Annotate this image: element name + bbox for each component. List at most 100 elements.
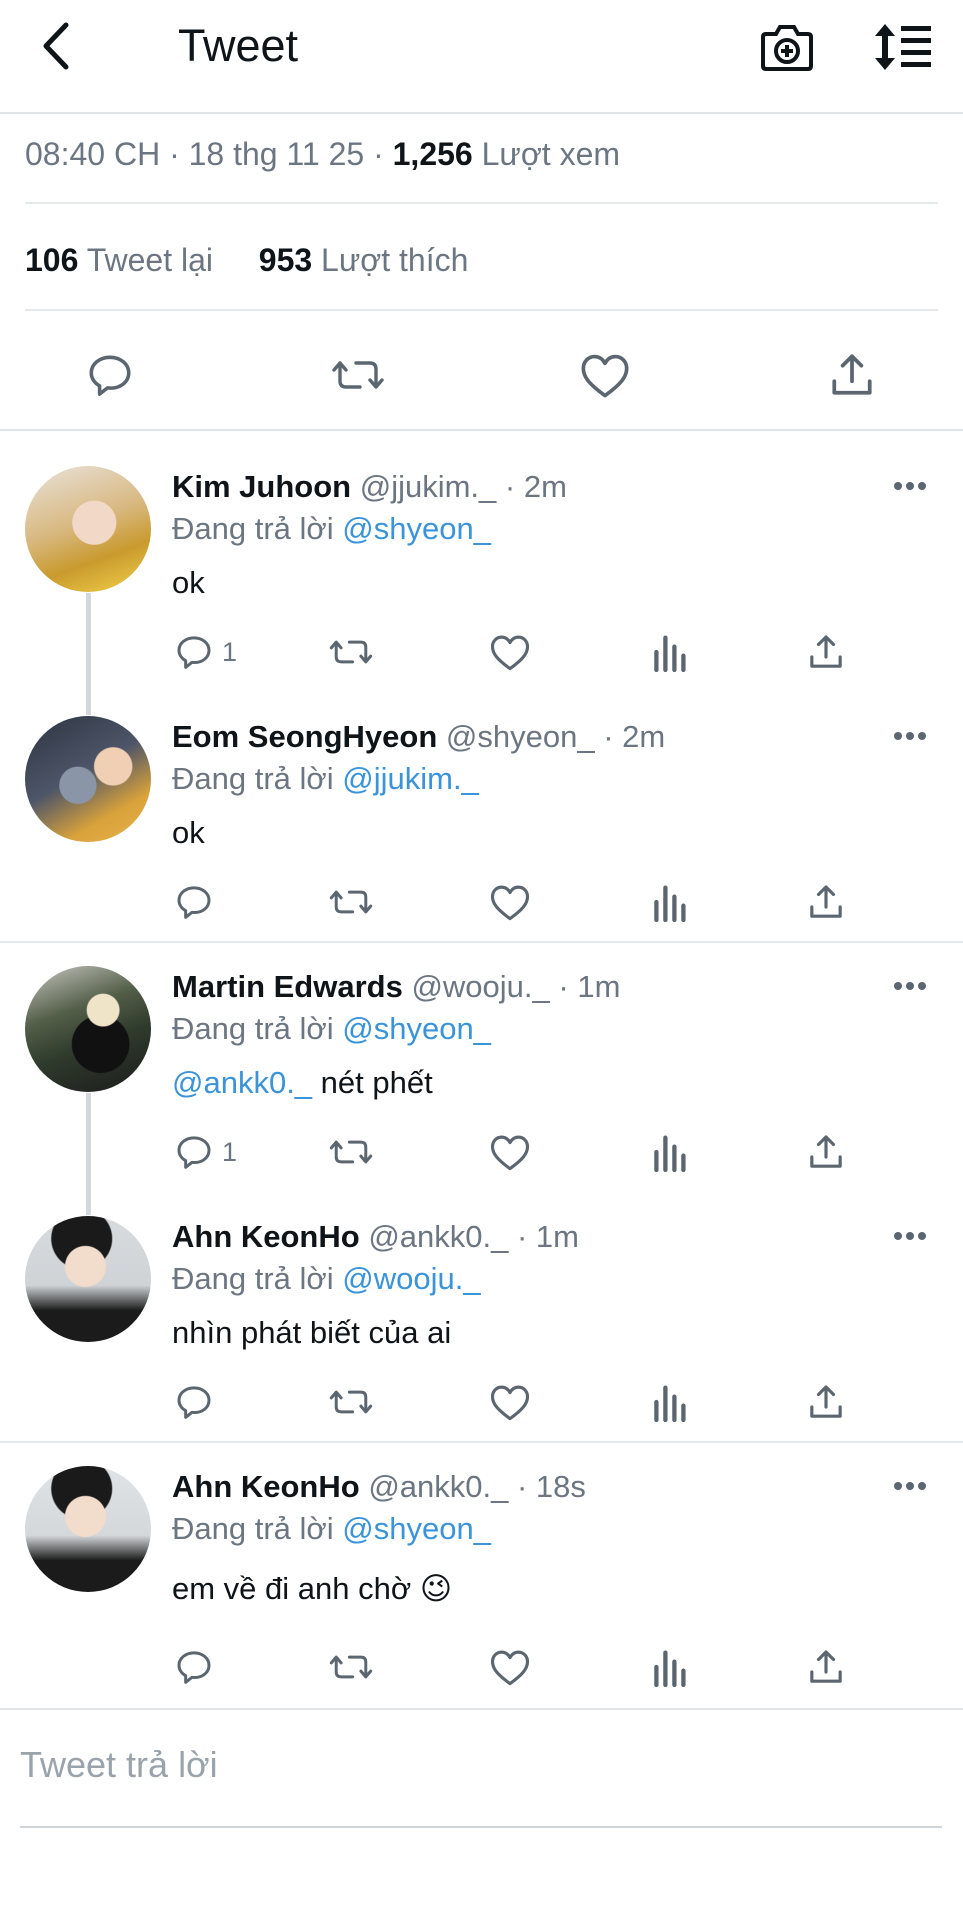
- likes-count[interactable]: 953: [259, 242, 312, 278]
- like-button[interactable]: [489, 627, 531, 677]
- tweet-meta: 08:40 CH · 18 thg 11 25 · 1,256 Lượt xem: [25, 131, 620, 177]
- display-name[interactable]: Ahn KeonHo: [172, 1469, 360, 1504]
- replying-to-label: Đang trả lời: [172, 511, 334, 546]
- avatar[interactable]: [25, 1466, 151, 1592]
- reply-icon: [177, 1386, 211, 1419]
- user-handle[interactable]: @ankk0._: [368, 1469, 508, 1504]
- like-button[interactable]: [489, 1642, 531, 1692]
- replying-to-label: Đang trả lời: [172, 1511, 334, 1546]
- more-options-button[interactable]: [890, 476, 930, 496]
- reply-to-mention[interactable]: @wooju._: [342, 1261, 480, 1296]
- reply-count: 1: [222, 636, 238, 667]
- camera-plus-icon: [761, 25, 813, 71]
- replying-to: Đang trả lời @jjukim._: [172, 759, 479, 799]
- share-button[interactable]: [822, 345, 882, 405]
- display-name[interactable]: Ahn KeonHo: [172, 1219, 360, 1254]
- more-options-button[interactable]: [890, 1476, 930, 1496]
- reply-text: @ankk0._ nét phết: [172, 1062, 433, 1104]
- likes-label[interactable]: Lượt thích: [321, 242, 468, 278]
- retweet-button[interactable]: [328, 345, 388, 405]
- section-divider: [0, 941, 963, 943]
- more-options-button[interactable]: [890, 1226, 930, 1246]
- user-handle[interactable]: @ankk0._: [368, 1219, 508, 1254]
- share-button[interactable]: [806, 1377, 846, 1427]
- retweets-count[interactable]: 106: [25, 242, 78, 278]
- analytics-button[interactable]: [651, 1377, 687, 1427]
- mention-link[interactable]: @ankk0._: [172, 1065, 312, 1100]
- divider: [25, 309, 938, 311]
- retweet-button[interactable]: [328, 877, 374, 927]
- display-name[interactable]: Kim Juhoon: [172, 469, 351, 504]
- like-button[interactable]: [489, 1127, 531, 1177]
- reply-to-mention[interactable]: @shyeon_: [342, 1511, 491, 1546]
- display-name[interactable]: Martin Edwards: [172, 969, 403, 1004]
- heart-icon: [490, 1385, 530, 1421]
- replying-to: Đang trả lời @wooju._: [172, 1259, 481, 1299]
- analytics-button[interactable]: [651, 877, 687, 927]
- reply-to-mention[interactable]: @shyeon_: [342, 1011, 491, 1046]
- analytics-button[interactable]: [651, 1127, 687, 1177]
- more-options-button[interactable]: [890, 726, 930, 746]
- share-button[interactable]: [806, 1127, 846, 1177]
- reply-icon: [89, 355, 131, 396]
- reply-icon: [177, 886, 211, 919]
- share-icon: [810, 1135, 842, 1168]
- back-button[interactable]: [30, 16, 80, 76]
- share-button[interactable]: [806, 627, 846, 677]
- share-button[interactable]: [806, 1642, 846, 1692]
- retweets-label[interactable]: Tweet lại: [87, 242, 213, 278]
- reply-icon: [177, 1651, 211, 1684]
- retweet-button[interactable]: [328, 627, 374, 677]
- share-icon: [810, 1385, 842, 1418]
- reply-text: ok: [172, 815, 205, 850]
- section-divider: [0, 1708, 963, 1710]
- retweet-button[interactable]: [328, 1377, 374, 1427]
- analytics-icon: [654, 885, 686, 922]
- avatar[interactable]: [25, 1216, 151, 1342]
- reply-button[interactable]: [174, 877, 222, 927]
- reply-time: · 1m: [517, 1219, 579, 1254]
- reply-button[interactable]: 1: [174, 1127, 237, 1177]
- more-icon: [894, 982, 926, 990]
- user-handle[interactable]: @jjukim._: [360, 469, 497, 504]
- replying-to: Đang trả lời @shyeon_: [172, 1009, 491, 1049]
- reply-header: Ahn KeonHo @ankk0._ · 18s: [172, 1467, 586, 1507]
- like-button[interactable]: [489, 1377, 531, 1427]
- more-icon: [894, 1482, 926, 1490]
- retweet-icon: [329, 640, 373, 664]
- reply-button[interactable]: [174, 1377, 222, 1427]
- reply-button[interactable]: 1: [174, 627, 237, 677]
- analytics-icon: [654, 1650, 686, 1687]
- avatar[interactable]: [25, 966, 151, 1092]
- more-options-button[interactable]: [890, 976, 930, 996]
- user-handle[interactable]: @shyeon_: [446, 719, 595, 754]
- reply-header: Kim Juhoon @jjukim._ · 2m: [172, 467, 567, 507]
- analytics-icon: [654, 1385, 686, 1422]
- reply-to-mention[interactable]: @shyeon_: [342, 511, 491, 546]
- reply-text-body: nét phết: [312, 1065, 433, 1100]
- views-label: Lượt xem: [481, 136, 621, 172]
- like-button[interactable]: [489, 877, 531, 927]
- display-name[interactable]: Eom SeongHyeon: [172, 719, 437, 754]
- share-button[interactable]: [806, 877, 846, 927]
- share-icon: [810, 885, 842, 918]
- heart-icon: [490, 885, 530, 921]
- reply-button[interactable]: [174, 1642, 222, 1692]
- reply-time: · 2m: [603, 719, 666, 754]
- reply-button[interactable]: [80, 345, 140, 405]
- page-title: Tweet: [178, 20, 299, 71]
- avatar[interactable]: [25, 466, 151, 592]
- user-handle[interactable]: @wooju._: [411, 969, 549, 1004]
- analytics-button[interactable]: [651, 627, 687, 677]
- avatar[interactable]: [25, 716, 151, 842]
- retweet-icon: [329, 890, 373, 914]
- like-button[interactable]: [575, 345, 635, 405]
- reply-compose-input[interactable]: Tweet trả lời: [20, 1740, 218, 1790]
- views-count: 1,256: [392, 136, 473, 172]
- sort-button[interactable]: [868, 16, 938, 78]
- retweet-button[interactable]: [328, 1642, 374, 1692]
- retweet-button[interactable]: [328, 1127, 374, 1177]
- camera-button[interactable]: [756, 16, 818, 78]
- reply-to-mention[interactable]: @jjukim._: [342, 761, 479, 796]
- analytics-button[interactable]: [651, 1642, 687, 1692]
